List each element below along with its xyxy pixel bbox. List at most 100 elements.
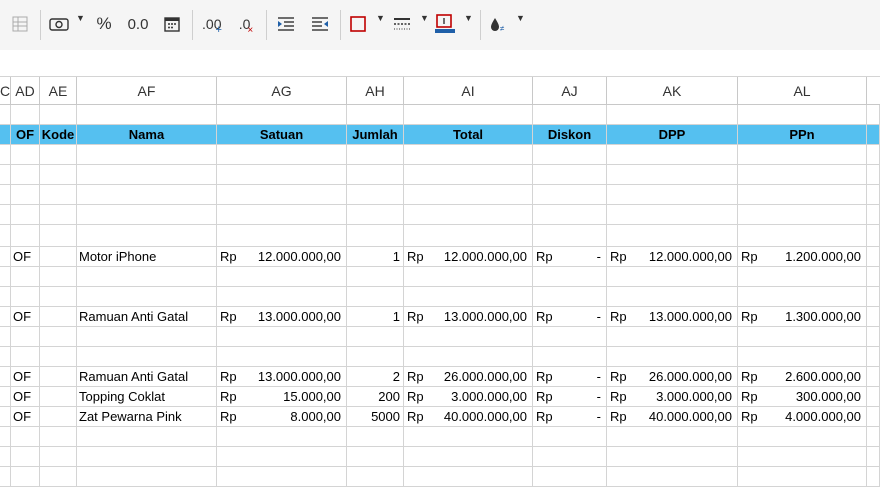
empty-cell[interactable]	[40, 225, 77, 247]
empty-cell[interactable]	[0, 327, 11, 347]
decimal-icon[interactable]: 0.0	[126, 12, 150, 36]
calendar-icon[interactable]	[160, 12, 184, 36]
column-header-ad[interactable]: AD	[11, 77, 40, 105]
table-cell-satuan[interactable]: Rp 13.000.000,00	[217, 307, 347, 327]
empty-cell[interactable]	[867, 267, 880, 287]
table-cell-next[interactable]	[867, 307, 880, 327]
table-cell-c[interactable]	[0, 407, 11, 427]
empty-cell[interactable]	[533, 287, 607, 307]
empty-cell[interactable]	[404, 287, 533, 307]
empty-cell[interactable]	[347, 145, 404, 165]
chevron-down-icon[interactable]: ▼	[516, 13, 525, 23]
chevron-down-icon[interactable]: ▼	[376, 13, 385, 23]
column-header-ae[interactable]: AE	[40, 77, 77, 105]
table-cell-of[interactable]: OF	[11, 367, 40, 387]
header-cell-total[interactable]: Total	[404, 125, 533, 145]
empty-cell[interactable]	[0, 165, 11, 185]
empty-cell[interactable]	[607, 427, 738, 447]
empty-cell[interactable]	[738, 205, 867, 225]
empty-cell[interactable]	[607, 145, 738, 165]
header-cell-satuan[interactable]: Satuan	[217, 125, 347, 145]
table-icon[interactable]	[8, 12, 32, 36]
empty-cell[interactable]	[77, 327, 217, 347]
header-cell-of[interactable]: OF	[11, 125, 40, 145]
empty-cell[interactable]	[404, 105, 533, 125]
empty-cell[interactable]	[0, 447, 11, 467]
empty-cell[interactable]	[40, 145, 77, 165]
table-cell-c[interactable]	[0, 247, 11, 267]
empty-cell[interactable]	[404, 165, 533, 185]
empty-cell[interactable]	[11, 225, 40, 247]
column-header-next[interactable]	[867, 77, 880, 105]
column-header-ag[interactable]: AG	[217, 77, 347, 105]
empty-cell[interactable]	[607, 267, 738, 287]
table-cell-total[interactable]: Rp 13.000.000,00	[404, 307, 533, 327]
header-cell-kode[interactable]: Kode	[40, 125, 77, 145]
empty-cell[interactable]	[607, 165, 738, 185]
empty-cell[interactable]	[867, 145, 880, 165]
empty-cell[interactable]	[738, 287, 867, 307]
table-cell-of[interactable]: OF	[11, 407, 40, 427]
table-cell-of[interactable]: OF	[11, 247, 40, 267]
table-cell-next[interactable]	[867, 367, 880, 387]
empty-cell[interactable]	[77, 105, 217, 125]
empty-cell[interactable]	[347, 447, 404, 467]
table-cell-total[interactable]: Rp 26.000.000,00	[404, 367, 533, 387]
table-cell-jumlah[interactable]: 5000	[347, 407, 404, 427]
table-cell-nama[interactable]: Topping Coklat	[77, 387, 217, 407]
empty-cell[interactable]	[533, 105, 607, 125]
empty-cell[interactable]	[738, 145, 867, 165]
empty-cell[interactable]	[867, 467, 880, 487]
table-cell-diskon[interactable]: Rp -	[533, 407, 607, 427]
empty-cell[interactable]	[40, 347, 77, 367]
camera-icon[interactable]	[46, 12, 72, 36]
column-header-aj[interactable]: AJ	[533, 77, 607, 105]
empty-cell[interactable]	[738, 185, 867, 205]
table-cell-kode[interactable]	[40, 307, 77, 327]
table-cell-diskon[interactable]: Rp -	[533, 307, 607, 327]
table-cell-of[interactable]: OF	[11, 307, 40, 327]
table-cell-kode[interactable]	[40, 387, 77, 407]
empty-cell[interactable]	[40, 185, 77, 205]
empty-cell[interactable]	[0, 225, 11, 247]
empty-cell[interactable]	[77, 267, 217, 287]
table-cell-satuan[interactable]: Rp 15.000,00	[217, 387, 347, 407]
table-cell-dpp[interactable]: Rp 3.000.000,00	[607, 387, 738, 407]
empty-cell[interactable]	[77, 185, 217, 205]
empty-cell[interactable]	[217, 267, 347, 287]
empty-cell[interactable]	[40, 267, 77, 287]
empty-cell[interactable]	[77, 205, 217, 225]
empty-cell[interactable]	[11, 327, 40, 347]
empty-cell[interactable]	[867, 185, 880, 205]
empty-cell[interactable]	[738, 225, 867, 247]
table-cell-jumlah[interactable]: 2	[347, 367, 404, 387]
table-cell-jumlah[interactable]: 1	[347, 247, 404, 267]
table-cell-nama[interactable]: Motor iPhone	[77, 247, 217, 267]
empty-cell[interactable]	[217, 165, 347, 185]
percent-icon[interactable]: %	[92, 12, 116, 36]
empty-cell[interactable]	[607, 327, 738, 347]
table-cell-ppn[interactable]: Rp 2.600.000,00	[738, 367, 867, 387]
empty-cell[interactable]	[347, 105, 404, 125]
empty-cell[interactable]	[607, 467, 738, 487]
table-cell-satuan[interactable]: Rp 8.000,00	[217, 407, 347, 427]
empty-cell[interactable]	[533, 145, 607, 165]
table-cell-diskon[interactable]: Rp -	[533, 367, 607, 387]
table-cell-total[interactable]: Rp 12.000.000,00	[404, 247, 533, 267]
empty-cell[interactable]	[738, 447, 867, 467]
empty-cell[interactable]	[77, 467, 217, 487]
empty-cell[interactable]	[404, 427, 533, 447]
table-cell-dpp[interactable]: Rp 26.000.000,00	[607, 367, 738, 387]
empty-cell[interactable]	[40, 165, 77, 185]
header-cell-nama[interactable]: Nama	[77, 125, 217, 145]
empty-cell[interactable]	[347, 205, 404, 225]
empty-cell[interactable]	[347, 165, 404, 185]
empty-cell[interactable]	[40, 427, 77, 447]
empty-cell[interactable]	[77, 447, 217, 467]
empty-cell[interactable]	[40, 287, 77, 307]
empty-cell[interactable]	[533, 447, 607, 467]
empty-cell[interactable]	[607, 225, 738, 247]
empty-cell[interactable]	[607, 105, 738, 125]
empty-cell[interactable]	[0, 287, 11, 307]
empty-cell[interactable]	[347, 347, 404, 367]
